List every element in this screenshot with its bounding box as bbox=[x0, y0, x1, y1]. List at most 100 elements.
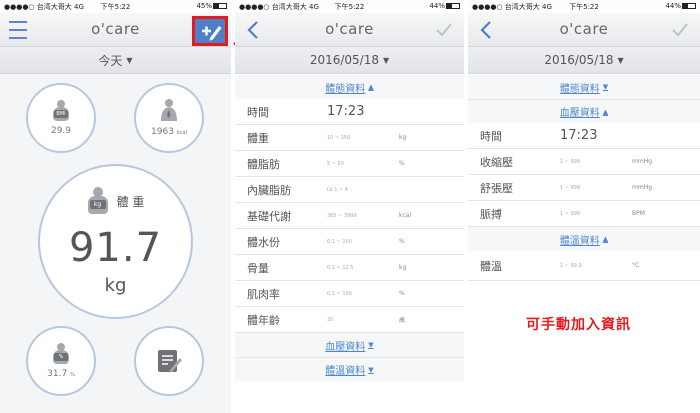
form-row[interactable]: 內臟脂肪 LV 1 ~ 4 bbox=[235, 177, 464, 203]
range-placeholder[interactable]: 0.1 ~ 12.5 bbox=[327, 265, 399, 271]
form-row[interactable]: 骨量 0.1 ~ 12.5 kg bbox=[235, 255, 464, 281]
battery-indicator: 45% bbox=[196, 2, 227, 10]
form-row[interactable]: 體水份 0.1 ~ 100% bbox=[235, 229, 464, 255]
time-value[interactable]: 17:23 bbox=[560, 128, 597, 143]
range-placeholder[interactable]: LV 1 ~ 4 bbox=[327, 187, 399, 193]
caret-down-icon: ▼ bbox=[383, 55, 390, 65]
nav-bar: o'care bbox=[468, 13, 700, 47]
confirm-button[interactable] bbox=[430, 17, 458, 43]
weight-title: 體 重 bbox=[116, 194, 145, 209]
caret-down-icon: ▼ bbox=[368, 365, 374, 374]
unit-label: % bbox=[399, 290, 405, 297]
caret-down-icon: ▼ bbox=[126, 55, 133, 65]
bp-entry-screen: ●●●●○ 台湾大哥大 4G 下午5:22 44% o'care 2016/05… bbox=[468, 0, 700, 413]
row-label: 體重 bbox=[247, 131, 269, 145]
form-row[interactable]: 時間 17:23 bbox=[235, 99, 464, 125]
battery-icon bbox=[446, 3, 460, 9]
person-bmi-icon: BMI bbox=[52, 100, 70, 122]
unit-label: % bbox=[399, 238, 405, 245]
row-label: 基礎代謝 bbox=[247, 209, 291, 223]
section-body-toggle[interactable]: 體態資料 ▲ bbox=[235, 75, 464, 99]
body-entry-screen: ●●●●○ 台湾大哥大 4G 下午5:22 44% o'care 2016/05… bbox=[235, 0, 464, 413]
bmi-circle[interactable]: BMI 29.9 bbox=[26, 83, 96, 153]
unit-label: 歲 bbox=[399, 317, 406, 324]
temp-unit: °C bbox=[632, 262, 640, 269]
unit-label: kg bbox=[399, 264, 407, 271]
battery-indicator: 44% bbox=[429, 2, 460, 10]
section-body-label: 體態資料 bbox=[325, 83, 366, 95]
form-row[interactable]: 肌肉率 0.1 ~ 100% bbox=[235, 281, 464, 307]
row-label: 時間 bbox=[247, 105, 269, 119]
form-content: 體態資料 ▼ 血壓資料 ▲ 時間 17:23 收縮壓 1 ~ 999 mmHg 舒張壓 1 ~ … bbox=[468, 75, 700, 413]
weight-badge: kg bbox=[89, 200, 106, 209]
date-label: 2016/05/18 bbox=[309, 53, 379, 67]
battery-icon bbox=[213, 3, 227, 9]
form-row[interactable]: 脈搏 1 ~ 999 BPM bbox=[468, 201, 700, 227]
weight-header: kg 體 重 bbox=[87, 187, 145, 215]
range-placeholder[interactable]: 10 ~ 150 bbox=[327, 135, 399, 141]
caret-down-icon: ▼ bbox=[602, 83, 609, 91]
range-placeholder[interactable]: 1 ~ 999 bbox=[560, 185, 632, 191]
date-selector[interactable]: 2016/05/18 ▼ bbox=[235, 47, 464, 74]
range-placeholder[interactable]: 385 ~ 3999 bbox=[327, 213, 399, 219]
form-row[interactable]: 體年齡 35 歲 bbox=[235, 307, 464, 333]
section-temp-toggle[interactable]: 體溫資料 ▲ bbox=[468, 227, 700, 251]
unit-label: mmHg bbox=[632, 158, 653, 165]
temp-label: 體溫 bbox=[480, 259, 502, 273]
weight-value: 91.7 bbox=[68, 225, 163, 271]
caret-up-icon: ▲ bbox=[602, 107, 609, 116]
date-label: 今天 bbox=[98, 53, 123, 68]
bodyfat-circle[interactable]: % 31.7 % bbox=[26, 326, 96, 396]
form-row[interactable]: 收縮壓 1 ~ 999 mmHg bbox=[468, 149, 700, 175]
bodyfat-number: 31.7 bbox=[47, 369, 68, 379]
section-body-toggle[interactable]: 體態資料 ▼ bbox=[468, 75, 700, 99]
unit-label: BPM bbox=[632, 210, 645, 217]
row-label: 舒張壓 bbox=[480, 181, 513, 195]
checkmark-icon bbox=[672, 23, 688, 37]
range-placeholder[interactable]: 1 ~ 999 bbox=[560, 159, 632, 165]
range-placeholder[interactable]: 35 bbox=[327, 317, 399, 323]
weight-unit: kg bbox=[104, 275, 127, 296]
form-row[interactable]: 基礎代謝 385 ~ 3999 kcal bbox=[235, 203, 464, 229]
range-placeholder[interactable]: 1 ~ 999 bbox=[560, 211, 632, 217]
form-row[interactable]: 舒張壓 1 ~ 999 mmHg bbox=[468, 175, 700, 201]
caret-up-icon: ▲ bbox=[602, 235, 609, 243]
confirm-button[interactable] bbox=[666, 17, 694, 43]
notes-circle[interactable] bbox=[134, 326, 204, 396]
body-rows: 時間 17:23 體重 10 ~ 150 kg 體脂肪 5 ~ 50% 內臟脂肪 LV 1 ~ … bbox=[235, 99, 464, 333]
section-temp-toggle[interactable]: 體溫資料 ▼ bbox=[235, 357, 464, 381]
unit-label: mmHg bbox=[632, 184, 653, 191]
nav-bar: o'care bbox=[235, 13, 464, 47]
form-row[interactable]: 體脂肪 5 ~ 50% bbox=[235, 151, 464, 177]
bodyfat-badge: % bbox=[54, 353, 68, 361]
battery-indicator: 44% bbox=[665, 2, 696, 10]
row-label: 體年齡 bbox=[247, 313, 280, 327]
battery-icon bbox=[682, 3, 696, 9]
manual-add-button[interactable] bbox=[192, 16, 228, 46]
section-bp-toggle[interactable]: 血壓資料 ▼ bbox=[235, 333, 464, 357]
notepad-edit-icon bbox=[158, 350, 182, 373]
date-selector[interactable]: 2016/05/18 ▼ bbox=[468, 47, 700, 74]
date-label: 2016/05/18 bbox=[544, 53, 614, 67]
bmr-unit: kcal bbox=[176, 130, 187, 136]
section-temp-label: 體溫資料 bbox=[559, 235, 600, 247]
status-bar: ●●●●○ 台湾大哥大 4G 下午5:22 45% bbox=[0, 0, 231, 13]
range-placeholder[interactable]: 0.1 ~ 100 bbox=[327, 239, 399, 245]
status-bar: ●●●●○ 台湾大哥大 4G 下午5:22 44% bbox=[235, 0, 464, 13]
bmr-circle[interactable]: 1963 kcal bbox=[134, 83, 204, 153]
section-bp-label: 血壓資料 bbox=[559, 108, 600, 119]
person-weight-icon: kg bbox=[87, 187, 109, 215]
time-value[interactable]: 17:23 bbox=[327, 104, 364, 119]
form-content: 體態資料 ▲ 時間 17:23 體重 10 ~ 150 kg 體脂肪 5 ~ 50% 內臟脂肪 L… bbox=[235, 75, 464, 413]
weight-circle[interactable]: kg 體 重 91.7 kg bbox=[38, 164, 193, 319]
add-edit-icon bbox=[202, 26, 222, 41]
range-placeholder[interactable]: 5 ~ 50 bbox=[327, 161, 399, 167]
form-row[interactable]: 時間 17:23 bbox=[468, 123, 700, 149]
form-row[interactable]: 體重 10 ~ 150 kg bbox=[235, 125, 464, 151]
section-bp-toggle[interactable]: 血壓資料 ▲ bbox=[468, 99, 700, 123]
row-label: 內臟脂肪 bbox=[247, 183, 291, 197]
caret-up-icon: ▲ bbox=[368, 83, 374, 91]
temp-row[interactable]: 體溫 1 ~ 99.9 °C bbox=[468, 251, 700, 281]
range-placeholder[interactable]: 0.1 ~ 100 bbox=[327, 291, 399, 297]
date-selector[interactable]: 今天 ▼ bbox=[0, 47, 231, 74]
